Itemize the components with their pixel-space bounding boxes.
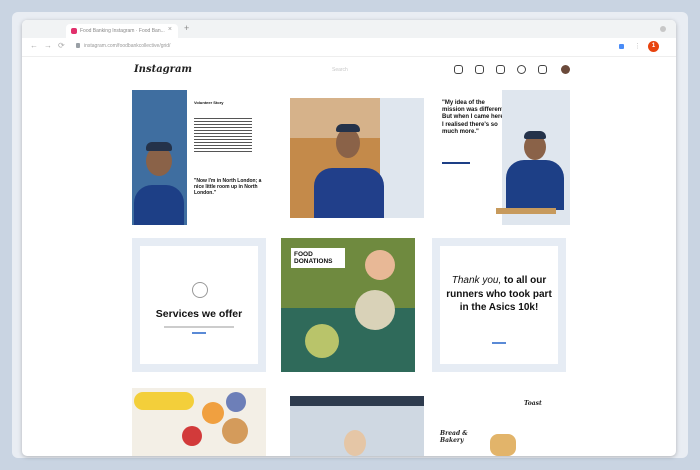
address-bar[interactable]: instagram.com/foodbankcollective/grid/ [84,43,170,49]
search-input[interactable]: Search [332,67,348,73]
photo-bread [222,418,248,444]
messenger-icon[interactable] [475,65,484,74]
back-button[interactable]: ← [30,41,38,50]
photo-bread-roll [490,434,516,456]
explore-icon[interactable] [517,65,526,74]
window-control-icon[interactable] [660,26,666,32]
forward-button[interactable]: → [44,41,52,50]
browser-window: Food Banking Instagram · Food Ban... × +… [22,20,676,456]
cap-icon [146,142,172,151]
photo-blueberries [226,392,246,412]
photo-shelves [290,396,424,406]
photo-person-head [344,430,366,456]
photo-cans [281,308,415,372]
tab-strip: Food Banking Instagram · Food Ban... × + [22,20,676,38]
photo-volunteer-body [314,168,384,218]
post-tile-5[interactable]: FOOD DONATIONS [281,238,415,372]
post-quote: "Now I'm in North London; a nice little … [194,178,262,196]
post-tile-9[interactable]: Toast Bread & Bakery [434,390,568,456]
photo-window [380,98,424,218]
photo-volunteer-head [336,128,360,158]
thanks-italic: Thank you, [451,275,502,286]
handwriting-bread: Bread & Bakery [440,430,468,444]
food-donations-label: FOOD DONATIONS [291,248,345,269]
instagram-favicon-icon [71,28,77,34]
quote-underline [442,162,470,164]
lock-icon [76,43,80,48]
post-tile-8[interactable] [290,396,424,456]
post-tile-7[interactable] [132,388,266,456]
photo-volunteer-body [506,160,564,210]
cap-icon [336,124,360,132]
profile-avatar-button[interactable]: 1 [648,41,659,52]
user-avatar[interactable] [561,65,570,74]
post-tile-3[interactable]: "My idea of the mission was different. B… [436,90,570,225]
thanks-card: Thank you, to all our runners who took p… [440,246,558,364]
new-tab-button[interactable]: + [184,23,189,33]
photo-table [496,208,556,214]
services-title: Services we offer [155,308,243,320]
photo-can [355,290,395,330]
instagram-logo[interactable]: Instagram [134,64,192,75]
post-tile-4[interactable]: Services we offer [132,238,266,372]
post-tile-6[interactable]: Thank you, to all our runners who took p… [432,238,566,372]
home-icon[interactable] [454,65,463,74]
post-body-text [194,116,252,154]
reload-button[interactable]: ⟳ [58,41,65,50]
thanks-link [492,342,506,344]
handwriting-toast: Toast [524,400,542,407]
photo-volunteer-body [134,185,184,225]
cap-icon [524,131,546,139]
heart-icon[interactable] [538,65,547,74]
photo-orange [202,402,224,424]
services-icon [192,282,208,298]
photo-bananas [134,392,194,410]
menu-icon[interactable]: ⋮ [634,42,641,50]
photo-strawberries [182,426,202,446]
photo-can [305,324,339,358]
extension-icon[interactable] [619,44,624,49]
tab-title: Food Banking Instagram · Food Ban... [80,28,165,34]
thanks-text: Thank you, to all our runners who took p… [444,274,554,315]
post-quote: "My idea of the mission was different. B… [442,100,506,135]
new-post-icon[interactable] [496,65,505,74]
photo-hand [365,250,395,280]
services-link [192,332,206,334]
browser-tab[interactable]: Food Banking Instagram · Food Ban... × [66,24,178,38]
post-tile-1[interactable]: Volunteer Story "Now I'm in North London… [132,90,266,225]
close-tab-icon[interactable]: × [168,26,172,33]
post-tile-2[interactable] [290,98,424,218]
services-card: Services we offer [140,246,258,364]
browser-toolbar: ← → ⟳ instagram.com/foodbankcollective/g… [22,38,676,57]
services-subtitle [164,326,234,328]
post-heading: Volunteer Story [194,100,224,105]
